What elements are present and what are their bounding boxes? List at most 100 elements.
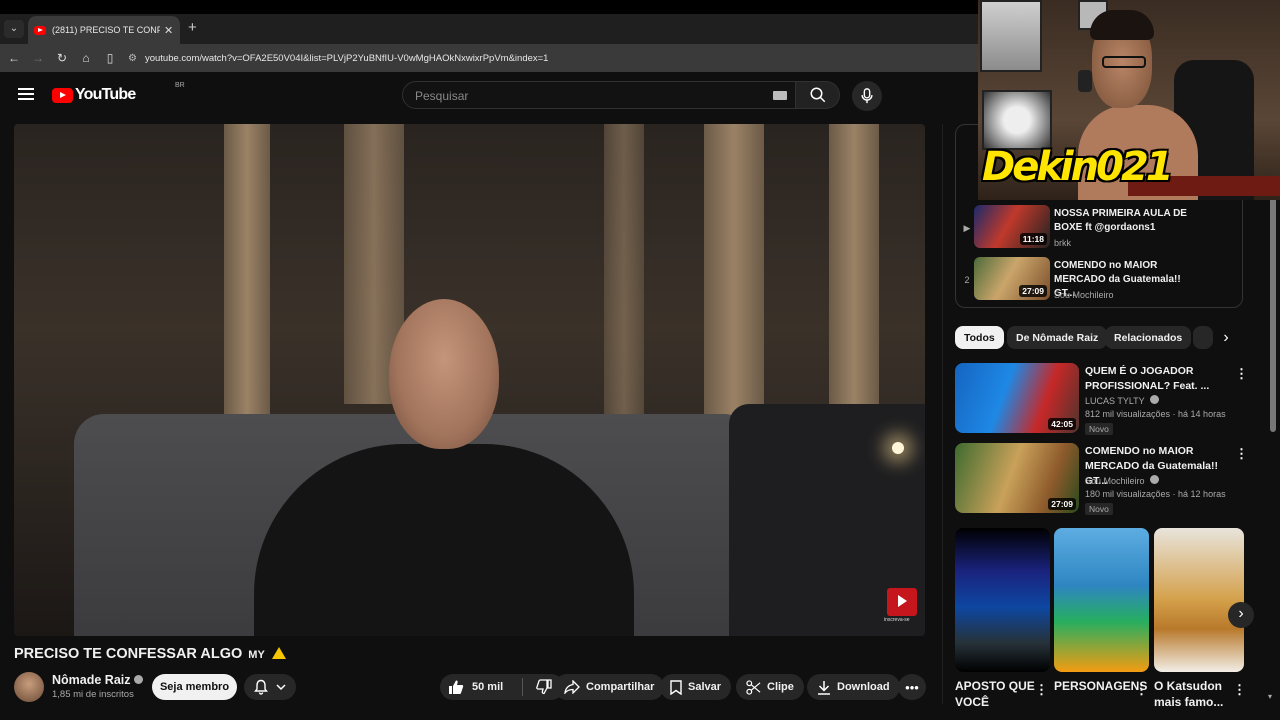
recommendation-channel[interactable]: LUCAS TYLTY (1085, 395, 1160, 406)
video-owner-row: Nômade Raiz 1,85 mi de inscritos Seja me… (14, 672, 926, 704)
short-thumbnail[interactable] (1154, 528, 1244, 672)
share-label: Compartilhar (586, 681, 655, 693)
forward-icon[interactable]: → (26, 51, 50, 65)
bell-icon (254, 679, 268, 695)
save-button[interactable]: Salvar (660, 674, 732, 700)
shorts-next-icon[interactable]: › (1228, 602, 1254, 628)
person-head (389, 299, 499, 449)
short-thumbnail[interactable] (1054, 528, 1149, 672)
like-count: 50 mil (472, 681, 504, 693)
verified-icon (1150, 475, 1160, 484)
close-tab-icon[interactable]: ✕ (164, 24, 173, 37)
background-wood-panel (704, 124, 764, 444)
recommendation-thumbnail[interactable]: 42:05 (955, 363, 1079, 433)
share-icon (564, 680, 580, 694)
recommendation-meta: 812 mil visualizações · há 14 horas (1085, 409, 1226, 419)
more-options-icon[interactable]: ⋮ (1235, 446, 1248, 462)
search-input[interactable]: Pesquisar (402, 81, 796, 109)
playlist-thumbnail[interactable]: 11:18 (974, 205, 1050, 248)
download-button[interactable]: Download (807, 674, 900, 700)
browser-tabstrip: ⌄ (2811) PRECISO TE CONFESSAR ✕ + (0, 14, 980, 44)
more-actions-icon[interactable]: ••• (898, 674, 926, 700)
recommendation-item[interactable]: 42:05 QUEM É O JOGADOR PROFISSIONAL? Fea… (955, 363, 1255, 435)
youtube-logo[interactable]: YouTube BR (52, 82, 185, 104)
channel-avatar[interactable] (14, 672, 44, 702)
playlist-item-title[interactable]: NOSSA PRIMEIRA AULA DE BOXE ft @gordaons… (1054, 207, 1202, 235)
playlist-item-channel[interactable]: Sou Mochileiro (1054, 290, 1114, 300)
wall-poster (980, 0, 1042, 72)
youtube-play-icon (52, 87, 73, 103)
keyboard-icon[interactable] (773, 91, 787, 100)
video-duration: 42:05 (1048, 418, 1076, 430)
chip-related[interactable]: Relacionados (1105, 326, 1192, 349)
share-button[interactable]: Compartilhar (554, 674, 665, 700)
chip-from-channel[interactable]: De Nômade Raiz (1007, 326, 1108, 349)
watermark-text: inscreva-se (884, 617, 910, 623)
like-button[interactable]: 50 mil (440, 674, 522, 700)
site-info-icon[interactable]: ⚙ (128, 53, 137, 64)
video-duration: 27:09 (1019, 285, 1047, 297)
chips-next-icon[interactable]: › (1214, 326, 1238, 350)
tab-title: (2811) PRECISO TE CONFESSAR (52, 25, 160, 35)
channel-name-text: Nômade Raiz (52, 673, 131, 687)
playlist-item[interactable]: 2 27:09 COMENDO no MAIOR MERCADO da Guat… (960, 257, 1242, 307)
tab-search-chevron-icon[interactable]: ⌄ (4, 20, 24, 38)
recommendation-item[interactable]: 27:09 COMENDO no MAIOR MERCADO da Guatem… (955, 443, 1255, 515)
warning-icon (271, 647, 286, 659)
chip-all[interactable]: Todos (955, 326, 1004, 349)
logo-text: YouTube (75, 86, 136, 103)
recommendation-channel-text: Sou Mochileiro (1085, 476, 1145, 486)
search-icon (810, 87, 825, 103)
recommendation-channel[interactable]: Sou Mochileiro (1085, 475, 1160, 486)
reload-icon[interactable]: ↻ (50, 51, 74, 65)
thumbs-up-icon (449, 680, 464, 694)
bookmark-icon (670, 679, 682, 695)
lamp-light (892, 442, 904, 454)
short-thumbnail[interactable] (955, 528, 1050, 672)
recommendation-title[interactable]: QUEM É O JOGADOR PROFISSIONAL? Feat. ... (1085, 364, 1227, 394)
notifications-button[interactable] (244, 674, 296, 700)
recommendation-thumbnail[interactable]: 27:09 (955, 443, 1079, 513)
join-button[interactable]: Seja membro (152, 674, 237, 700)
address-bar[interactable]: ⚙ youtube.com/watch?v=OFA2E50V04I&list=P… (128, 53, 548, 64)
short-more-icon[interactable]: ⋮ (1233, 682, 1246, 698)
like-dislike-group: 50 mil (440, 674, 564, 700)
clip-button[interactable]: Clipe (736, 674, 804, 700)
browser-tab[interactable]: (2811) PRECISO TE CONFESSAR ✕ (28, 16, 180, 44)
search-button[interactable] (796, 81, 840, 109)
scroll-down-arrow-icon[interactable]: ▾ (1268, 692, 1272, 701)
new-tab-icon[interactable]: + (188, 19, 197, 36)
playlist-item-channel[interactable]: brkk (1054, 238, 1071, 248)
short-title[interactable]: PERSONAGENS (1054, 678, 1147, 694)
streamer-name: Dekin021 (982, 144, 1174, 190)
menu-icon[interactable] (18, 88, 34, 100)
download-icon (818, 680, 830, 695)
search-placeholder: Pesquisar (415, 89, 469, 103)
subscribe-watermark-icon[interactable] (887, 588, 917, 616)
video-title-suffix: MY (248, 649, 265, 661)
browser-toolbar: ← → ↻ ⌂ ▯ ⚙ youtube.com/watch?v=OFA2E50V… (0, 44, 980, 72)
playlist-index: 2 (964, 275, 970, 285)
short-more-icon[interactable]: ⋮ (1035, 682, 1048, 698)
recommendation-meta: 180 mil visualizações · há 12 horas (1085, 489, 1226, 499)
sidebar-icon[interactable]: ▯ (98, 51, 122, 65)
back-icon[interactable]: ← (2, 51, 26, 65)
microphone-icon (861, 88, 873, 104)
playlist-item[interactable]: ▶ 11:18 NOSSA PRIMEIRA AULA DE BOXE ft @… (960, 205, 1242, 255)
headset (1078, 70, 1092, 92)
more-options-icon[interactable]: ⋮ (1235, 366, 1248, 382)
short-title[interactable]: O Katsudon mais famo... (1154, 678, 1244, 710)
new-badge: Novo (1085, 503, 1113, 515)
video-player[interactable]: inscreva-se (14, 124, 925, 636)
channel-name[interactable]: Nômade Raiz (52, 673, 143, 687)
playlist-thumbnail[interactable]: 27:09 (974, 257, 1050, 300)
home-icon[interactable]: ⌂ (74, 51, 98, 65)
voice-search-button[interactable] (852, 81, 882, 111)
short-more-icon[interactable]: ⋮ (1135, 682, 1148, 698)
verified-icon (1150, 395, 1160, 404)
short-title[interactable]: APOSTO QUE VOCÊ (955, 678, 1045, 710)
wall-poster (982, 90, 1052, 150)
background-wood-panel (224, 124, 270, 424)
chip-partial[interactable] (1193, 326, 1213, 349)
download-label: Download (837, 681, 890, 693)
